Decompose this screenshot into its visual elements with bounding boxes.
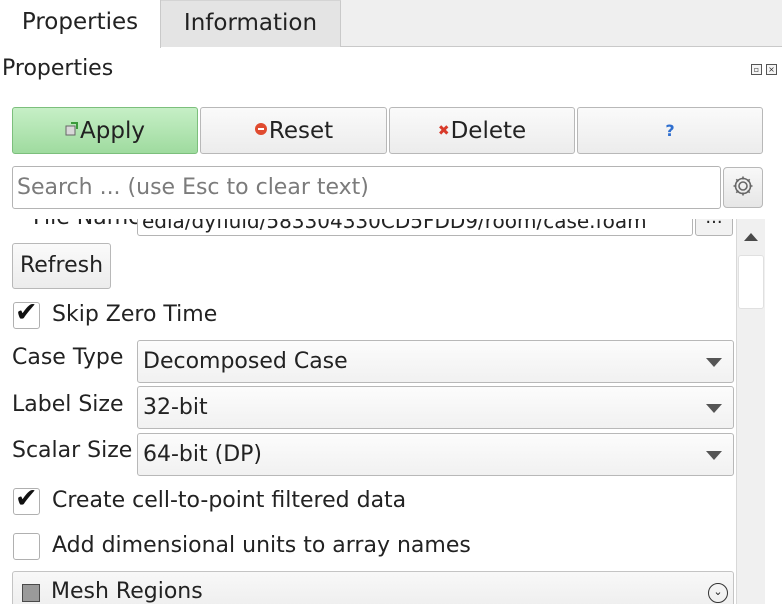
case-type-label: Case Type	[12, 345, 124, 370]
apply-icon	[65, 121, 79, 140]
scalar-size-value: 64-bit (DP)	[143, 442, 263, 467]
file-name-field[interactable]: edia/dyfluid/583304330CD5FDD9/room/case.…	[137, 219, 693, 236]
apply-label: Apply	[80, 117, 145, 144]
scalar-size-select[interactable]: 64-bit (DP)	[137, 433, 734, 476]
search-input[interactable]: Search ... (use Esc to clear text)	[12, 166, 721, 209]
gear-icon	[731, 174, 755, 202]
add-dimensional-units-checkbox[interactable]	[13, 533, 40, 560]
apply-button[interactable]: Apply	[12, 107, 198, 154]
create-cell-to-point-checkbox[interactable]: ✔	[13, 483, 40, 515]
chevron-down-icon	[706, 404, 722, 413]
create-cell-to-point-label: Create cell-to-point filtered data	[52, 488, 407, 513]
scroll-up-arrow-icon[interactable]	[737, 221, 765, 251]
advanced-settings-button[interactable]	[723, 167, 763, 208]
chevron-down-icon	[706, 358, 722, 367]
float-panel-icon[interactable]: ▫	[751, 64, 762, 75]
label-size-select[interactable]: 32-bit	[137, 386, 734, 429]
checkmark-icon: ✔	[15, 297, 38, 328]
browse-button[interactable]: ...	[695, 219, 733, 236]
reset-label: Reset	[268, 117, 334, 144]
tab-information[interactable]: Information	[161, 0, 341, 47]
vertical-scrollbar[interactable]	[736, 219, 765, 604]
help-icon: ?	[665, 121, 675, 140]
properties-scroll-area: File Name edia/dyfluid/583304330CD5FDD9/…	[0, 219, 736, 604]
case-type-select[interactable]: Decomposed Case	[137, 340, 734, 383]
reset-icon	[254, 122, 268, 140]
scalar-size-label: Scalar Size	[12, 438, 133, 463]
reset-button[interactable]: Reset	[200, 107, 387, 154]
delete-button[interactable]: ✖ Delete	[389, 107, 575, 154]
skip-zero-time-label: Skip Zero Time	[52, 302, 218, 327]
chevron-down-icon	[706, 451, 722, 460]
case-type-value: Decomposed Case	[143, 349, 348, 374]
checkmark-icon: ✔	[15, 483, 38, 514]
mesh-regions-section[interactable]: Mesh Regions ⌄	[12, 571, 734, 604]
mesh-regions-toggle-box[interactable]	[22, 584, 40, 602]
scrollbar-thumb[interactable]	[738, 255, 764, 309]
help-button[interactable]: ?	[577, 107, 763, 154]
delete-icon: ✖	[437, 122, 450, 139]
expand-section-icon[interactable]: ⌄	[708, 583, 728, 603]
mesh-regions-label: Mesh Regions	[51, 579, 203, 604]
delete-label: Delete	[450, 117, 527, 144]
close-panel-icon[interactable]: ×	[766, 64, 777, 75]
tab-properties[interactable]: Properties	[0, 0, 161, 48]
file-name-label: File Name	[33, 219, 142, 230]
panel-title: Properties	[2, 56, 114, 81]
label-size-label: Label Size	[12, 392, 124, 417]
skip-zero-time-checkbox[interactable]: ✔	[13, 297, 40, 329]
add-dimensional-units-label: Add dimensional units to array names	[52, 533, 471, 558]
refresh-button[interactable]: Refresh	[12, 243, 111, 289]
label-size-value: 32-bit	[143, 395, 208, 420]
